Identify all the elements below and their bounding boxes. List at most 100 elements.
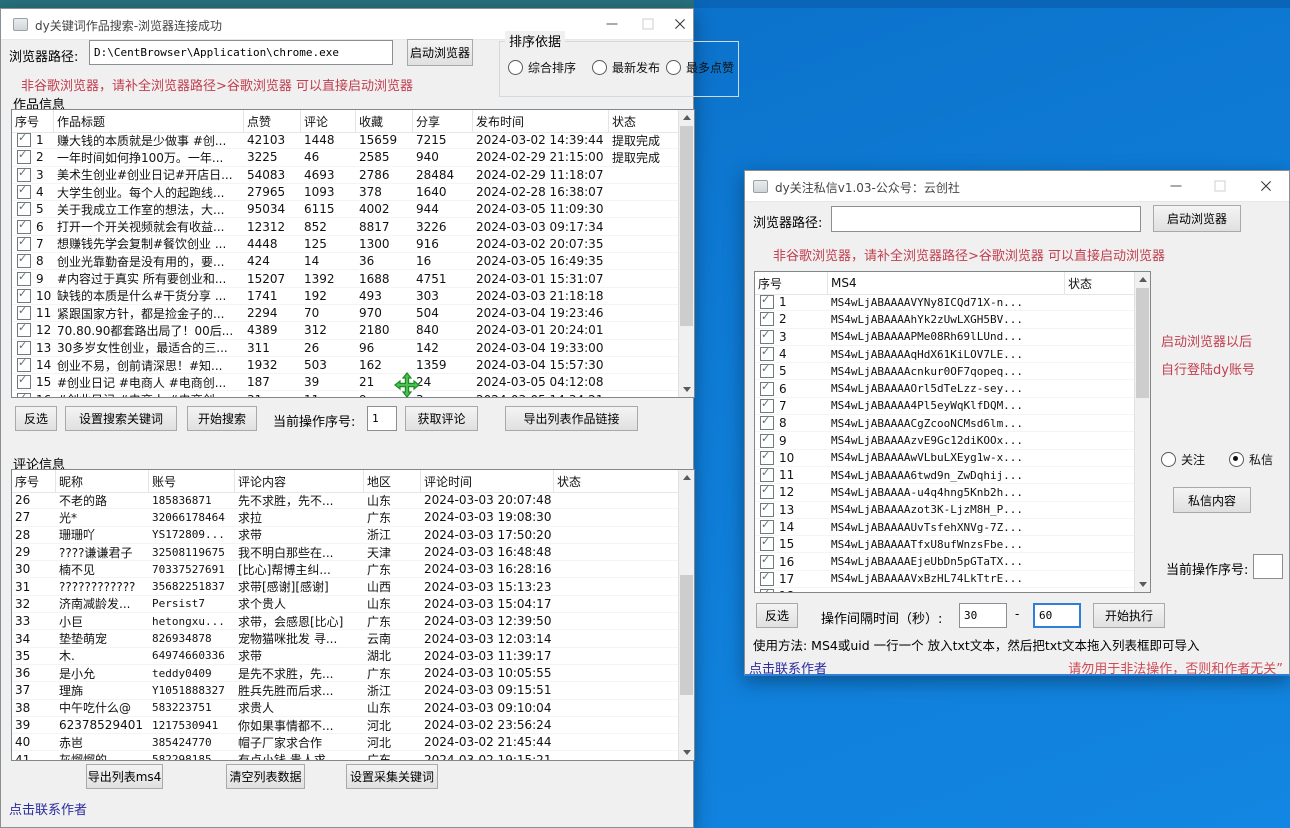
ms4-row[interactable]: 9 MS4wLjABAAAAzvE9Gc12diKOOx... <box>755 432 1135 449</box>
works-row[interactable]: 3 美术生创业#创业日记#开店日... 54083 4693 2786 2848… <box>12 167 679 184</box>
ms4-row[interactable]: 13 MS4wLjABAAAAzot3K-LjzM8H_P... <box>755 502 1135 519</box>
ms4-row[interactable]: 2 MS4wLjABAAAAhYk2zUwLXGH5BV... <box>755 311 1135 328</box>
row-checkbox[interactable] <box>17 375 31 389</box>
launch-browser-button[interactable]: 启动浏览器 <box>1153 205 1241 232</box>
works-row[interactable]: 5 关于我成立工作室的想法，大... 95034 6115 4002 944 2… <box>12 201 679 218</box>
ms4-row[interactable]: 6 MS4wLjABAAAAOrl5dTeLzz-sey... <box>755 380 1135 397</box>
scroll-down-icon[interactable] <box>1135 577 1150 592</box>
interval-to-input[interactable] <box>1033 603 1081 628</box>
maximize-icon[interactable] <box>633 13 663 35</box>
row-checkbox[interactable] <box>760 347 774 361</box>
contact-author-link[interactable]: 点击联系作者 <box>9 799 87 818</box>
comment-row[interactable]: 36 是小允 teddy0409 是先不求胜，先... 广东 2024-03-0… <box>12 665 679 682</box>
scroll-up-icon[interactable] <box>679 470 694 485</box>
set-search-keywords-button[interactable]: 设置搜索关键词 <box>65 406 177 431</box>
col-no[interactable]: 序号 <box>12 470 56 492</box>
radio-dm[interactable]: 私信 <box>1229 451 1273 468</box>
comment-row[interactable]: 34 垫垫萌宠 826934878 宠物猫咪批发 寻... 云南 2024-03… <box>12 630 679 647</box>
ms4-row[interactable]: 12 MS4wLjABAAAA-u4q4hng5Knb2h... <box>755 484 1135 501</box>
scroll-thumb[interactable] <box>1136 288 1149 398</box>
ms4-row[interactable]: 18 MS4wLjABAAAAzL_ngtp-e3hMm4... <box>755 588 1135 592</box>
works-row[interactable]: 11 紧跟国家方针，都是捡金子的... 2294 70 970 504 2024… <box>12 305 679 322</box>
dm-content-button[interactable]: 私信内容 <box>1173 487 1251 513</box>
col-time[interactable]: 发布时间 <box>473 110 609 132</box>
row-checkbox[interactable] <box>17 202 31 216</box>
scroll-down-icon[interactable] <box>679 382 694 397</box>
row-checkbox[interactable] <box>760 537 774 551</box>
ms4-row[interactable]: 1 MS4wLjABAAAAVYNy8ICQd71X-n... <box>755 294 1135 311</box>
col-comments[interactable]: 评论 <box>301 110 356 132</box>
row-checkbox[interactable] <box>760 555 774 569</box>
row-checkbox[interactable] <box>17 341 31 355</box>
comment-row[interactable]: 27 光* 32066178464 求拉 广东 2024-03-03 19:08… <box>12 509 679 526</box>
col-region[interactable]: 地区 <box>364 470 421 492</box>
browser-path-input[interactable] <box>89 40 393 65</box>
works-row[interactable]: 7 想赚钱先学会复制#餐饮创业 ... 4448 125 1300 916 20… <box>12 236 679 253</box>
browser-path-input[interactable] <box>831 206 1141 232</box>
row-checkbox[interactable] <box>17 323 31 337</box>
works-row[interactable]: 2 一年时间如何挣100万。一年... 3225 46 2585 940 202… <box>12 149 679 166</box>
ms4-row[interactable]: 14 MS4wLjABAAAAUvTsfehXNVg-7Z... <box>755 519 1135 536</box>
row-checkbox[interactable] <box>17 272 31 286</box>
works-row[interactable]: 12 70.80.90都套路出局了！00后... 4389 312 2180 8… <box>12 322 679 339</box>
ms4-row[interactable]: 7 MS4wLjABAAAA4Pl5eyWqKlfDQM... <box>755 398 1135 415</box>
works-row[interactable]: 1 赚大钱的本质就是少做事 #创... 42103 1448 15659 721… <box>12 132 679 149</box>
col-nick[interactable]: 昵称 <box>56 470 149 492</box>
comment-row[interactable]: 40 赤岜 385424770 帽子厂家求合作 河北 2024-03-02 21… <box>12 734 679 751</box>
row-checkbox[interactable] <box>760 399 774 413</box>
comment-row[interactable]: 33 小巨 hetongxu... 求带，会感恩[比心] 广东 2024-03-… <box>12 613 679 630</box>
works-row[interactable]: 10 缺钱的本质是什么#干货分享 ... 1741 192 493 303 20… <box>12 288 679 305</box>
comment-row[interactable]: 37 理旆 Y1051888327 胜兵先胜而后求... 浙江 2024-03-… <box>12 682 679 699</box>
ms4-row[interactable]: 3 MS4wLjABAAAAPMe08Rh69lLUnd... <box>755 329 1135 346</box>
comment-row[interactable]: 39 62378529401 1217530941 你如果事情都不... 河北 … <box>12 717 679 734</box>
export-ms4-button[interactable]: 导出列表ms4 <box>86 764 163 789</box>
contact-author-link[interactable]: 点击联系作者 <box>749 658 827 677</box>
ms4-row[interactable]: 11 MS4wLjABAAAA6twd9n_ZwDqhij... <box>755 467 1135 484</box>
row-checkbox[interactable] <box>760 364 774 378</box>
works-scrollbar[interactable] <box>678 110 694 397</box>
scroll-up-icon[interactable] <box>1135 272 1150 287</box>
col-title[interactable]: 作品标题 <box>54 110 244 132</box>
comment-row[interactable]: 28 珊珊吖 YS172809... 求带 浙江 2024-03-03 17:5… <box>12 527 679 544</box>
scroll-thumb[interactable] <box>680 126 693 326</box>
col-no[interactable]: 序号 <box>755 272 828 294</box>
works-row[interactable]: 13 30多岁女性创业，最适合的三... 311 26 96 142 2024-… <box>12 340 679 357</box>
ms4-row[interactable]: 8 MS4wLjABAAAACgZcooNCMsd6lm... <box>755 415 1135 432</box>
row-checkbox[interactable] <box>17 289 31 303</box>
maximize-icon[interactable] <box>1205 175 1235 197</box>
row-checkbox[interactable] <box>17 185 31 199</box>
set-collect-keywords-button[interactable]: 设置采集关键词 <box>346 764 438 789</box>
col-no[interactable]: 序号 <box>12 110 54 132</box>
works-row[interactable]: 6 打开一个开关视频就会有收益... 12312 852 8817 3226 2… <box>12 218 679 235</box>
row-checkbox[interactable] <box>760 451 774 465</box>
works-row[interactable]: 8 创业光靠勤奋是没有用的，要... 424 14 36 16 2024-03-… <box>12 253 679 270</box>
row-checkbox[interactable] <box>17 150 31 164</box>
row-checkbox[interactable] <box>17 358 31 372</box>
row-checkbox[interactable] <box>760 382 774 396</box>
comment-row[interactable]: 38 中午吃什么@ 583223751 求贵人 山东 2024-03-03 09… <box>12 700 679 717</box>
col-likes[interactable]: 点赞 <box>244 110 301 132</box>
row-checkbox[interactable] <box>17 220 31 234</box>
col-time[interactable]: 评论时间 <box>421 470 554 492</box>
row-checkbox[interactable] <box>760 589 774 592</box>
row-checkbox[interactable] <box>17 133 31 147</box>
comment-row[interactable]: 32 济南减龄发... Persist7 求个贵人 山东 2024-03-03 … <box>12 596 679 613</box>
works-row[interactable]: 15 #创业日记 #电商人 #电商创... 187 39 21 24 2024-… <box>12 374 679 391</box>
row-checkbox[interactable] <box>760 468 774 482</box>
col-account[interactable]: 账号 <box>149 470 235 492</box>
row-checkbox[interactable] <box>760 434 774 448</box>
scroll-up-icon[interactable] <box>679 110 694 125</box>
scroll-down-icon[interactable] <box>679 745 694 760</box>
comments-scrollbar[interactable] <box>678 470 694 760</box>
row-checkbox[interactable] <box>760 520 774 534</box>
row-checkbox[interactable] <box>760 503 774 517</box>
export-links-button[interactable]: 导出列表作品链接 <box>505 406 638 431</box>
col-favs[interactable]: 收藏 <box>356 110 413 132</box>
radio-sort-composite[interactable]: 综合排序 <box>508 59 576 76</box>
current-index-input[interactable] <box>367 406 397 431</box>
row-checkbox[interactable] <box>17 237 31 251</box>
launch-browser-button[interactable]: 启动浏览器 <box>407 39 473 66</box>
col-ms4[interactable]: MS4 <box>828 272 1065 294</box>
scroll-thumb[interactable] <box>680 575 693 695</box>
row-checkbox[interactable] <box>760 312 774 326</box>
